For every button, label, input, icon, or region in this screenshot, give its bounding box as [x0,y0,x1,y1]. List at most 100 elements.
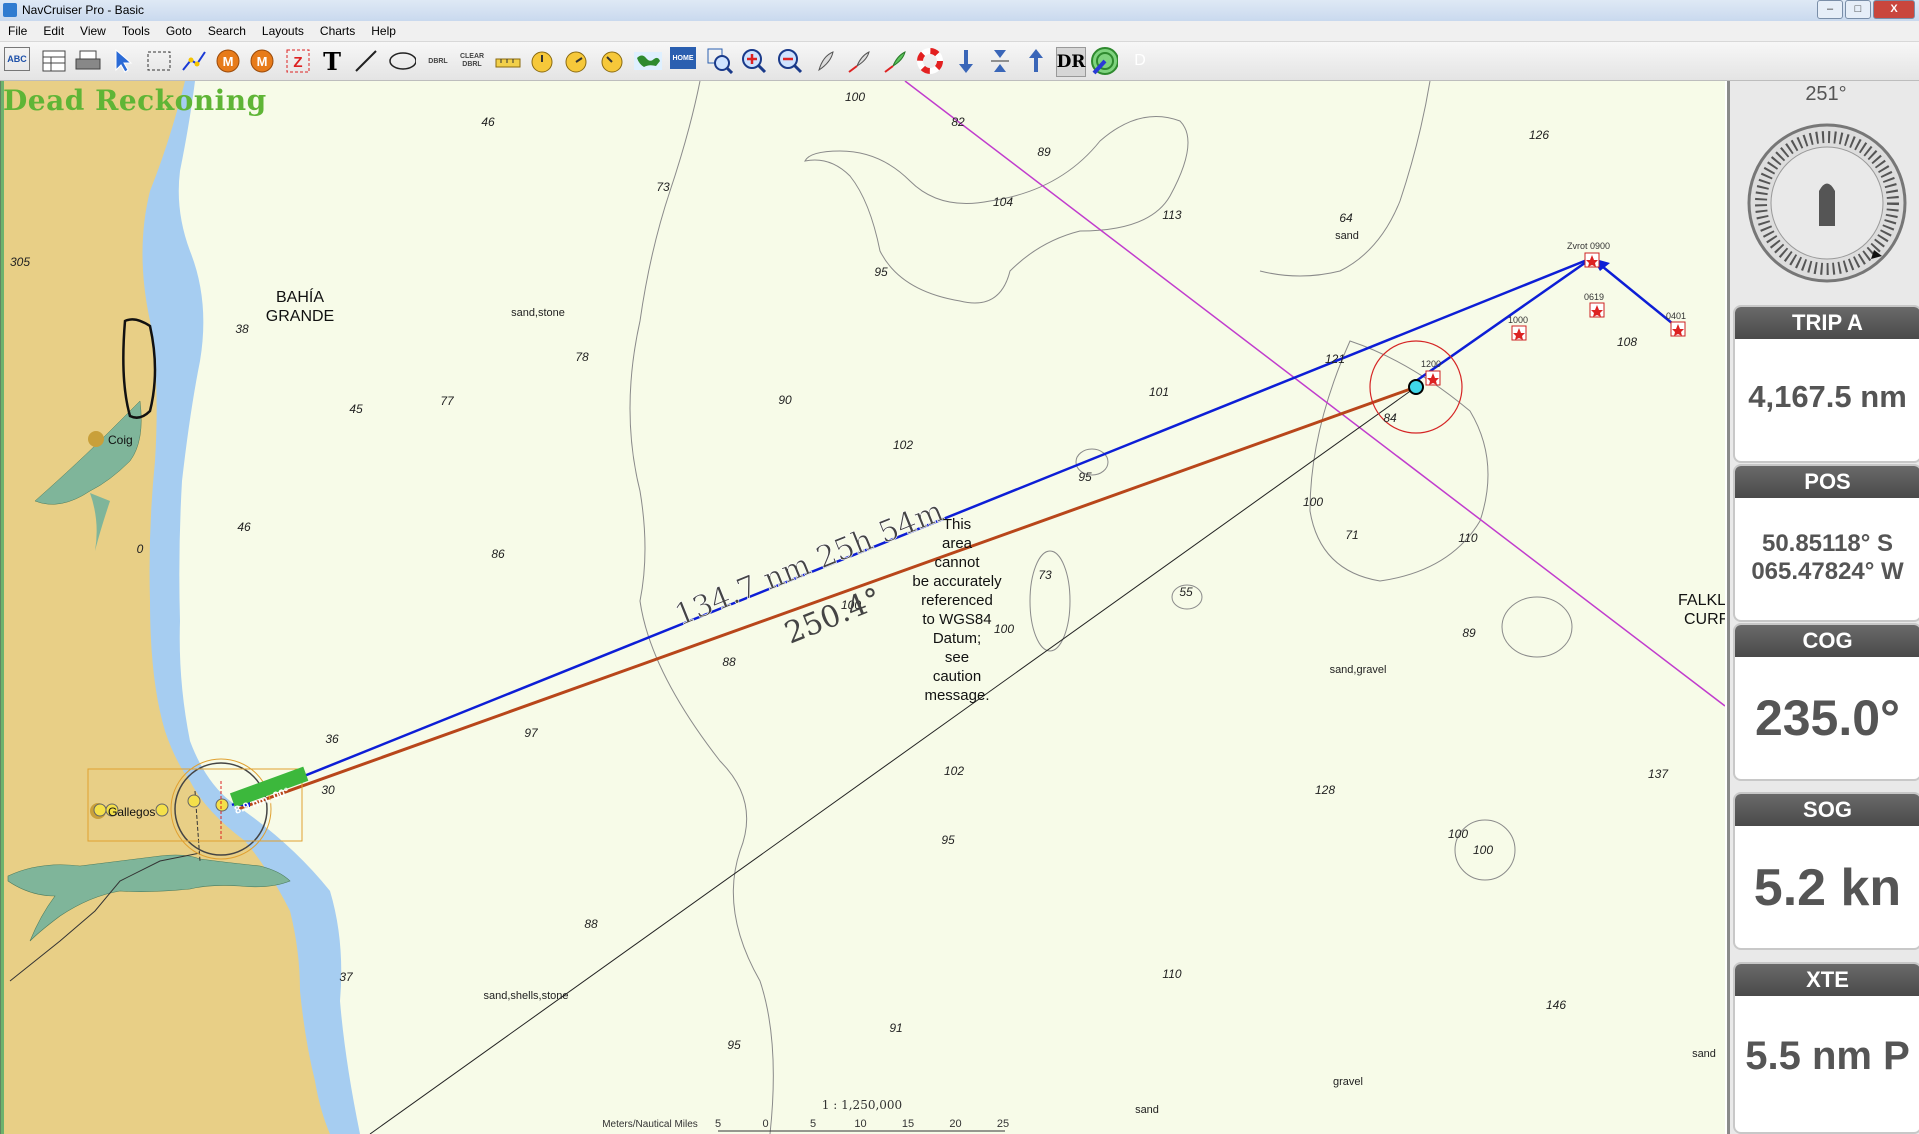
xte-title: XTE [1735,964,1919,996]
depth-sounding: 37 [339,970,354,984]
mark-m2-icon[interactable]: M [248,47,276,75]
timer2-icon[interactable] [562,47,590,75]
datum-warning-line: This [943,516,971,533]
scale-tick-label: 5 [810,1118,816,1130]
depth-sounding: 137 [1648,767,1669,781]
bottom-type-label: sand [1135,1104,1159,1116]
datum-warning-line: Datum; [933,630,981,647]
stopwatch-icon[interactable] [598,47,626,75]
cog-panel[interactable]: COG 235.0° [1733,623,1919,781]
sog-panel[interactable]: SOG 5.2 kn [1733,792,1919,950]
menu-layouts[interactable]: Layouts [254,21,312,41]
center-icon[interactable] [986,47,1014,75]
svg-text:Z: Z [293,54,302,71]
menu-charts[interactable]: Charts [312,21,363,41]
zoom-out-icon[interactable] [776,47,804,75]
sog-value: 5.2 kn [1753,859,1902,917]
depth-sounding: 88 [722,655,736,669]
datum-warning-line: to WGS84 [922,611,991,628]
scale-tick-label: 5 [715,1118,721,1130]
scale-tick-label: 20 [949,1118,961,1130]
sog-title: SOG [1735,794,1919,826]
menu-edit[interactable]: Edit [35,21,72,41]
datum-warning-line: referenced [921,592,993,609]
dr-toggle-button[interactable]: DR [1056,47,1086,77]
place-bahia-1: BAHÍA [276,287,324,306]
radar-icon[interactable] [1090,47,1118,75]
depth-sounding: 102 [944,764,964,778]
depth-sounding: 126 [1529,128,1549,142]
home-icon[interactable]: HOME [670,47,696,69]
close-button[interactable]: X [1873,0,1915,19]
menu-help[interactable]: Help [363,21,404,41]
scale-tick-label: 0 [762,1118,768,1130]
boat-track-icon[interactable] [846,47,874,75]
depth-sounding: 110 [1162,967,1181,981]
depth-sounding: 146 [1546,998,1566,1012]
xte-panel[interactable]: XTE 5.5 nm P [1733,962,1919,1134]
arrow-down-icon[interactable] [952,47,980,75]
cog-value: 235.0° [1754,690,1901,746]
line-tool-icon[interactable] [352,47,380,75]
boat-track-green-icon[interactable] [882,47,910,75]
clear-dbrl-icon[interactable]: CLEAR DBRL [458,47,486,75]
ellipse-tool-icon[interactable] [388,47,416,75]
depth-sounding: 38 [235,322,249,336]
timer-icon[interactable] [528,47,556,75]
depth-sounding: 128 [1315,783,1335,797]
depth-sounding: 77 [440,394,455,408]
datum-warning-line: be accurately [912,573,1002,590]
pos-panel[interactable]: POS 50.85118° S 065.47824° W [1733,464,1919,622]
table-icon[interactable] [40,47,68,75]
waypoint-label-1000: 1000 [1508,315,1528,325]
life-ring-icon[interactable] [916,47,944,75]
datum-warning-line: area [942,535,973,552]
depth-sounding: 30 [321,783,335,797]
place-coig: Coig [108,433,133,447]
trip-panel[interactable]: TRIP A 4,167.5 nm [1733,305,1919,463]
depth-sounding: 46 [237,520,251,534]
depth-sounding: 113 [1162,208,1181,222]
zoom-in-icon[interactable] [740,47,768,75]
title-bar: NavCruiser Pro - Basic – □ X [0,0,1919,22]
compass-icon [1747,123,1907,283]
arrow-up-icon[interactable] [1022,47,1050,75]
menu-file[interactable]: File [0,21,35,41]
abc-icon[interactable]: ABC [4,47,30,71]
place-bahia-2: GRANDE [266,308,334,325]
place-gallegos: Gallegos [108,805,155,819]
route-tool-icon[interactable] [180,47,208,75]
ruler-icon[interactable] [494,47,522,75]
trip-value: 4,167.5 nm [1748,379,1907,414]
depth-sounding: 89 [1462,626,1476,640]
boat-icon[interactable] [812,47,840,75]
menu-view[interactable]: View [72,21,114,41]
menu-goto[interactable]: Goto [158,21,200,41]
toolbar: ABC M M Z T DBRL CLEAR DBRL HOME DR D [0,42,1919,81]
menu-tools[interactable]: Tools [114,21,158,41]
depth-sounding: 97 [524,726,539,740]
text-tool-icon[interactable]: T [318,47,346,76]
world-map-icon[interactable] [634,47,662,75]
zoom-region-icon[interactable] [706,47,734,75]
maximize-button[interactable]: □ [1845,0,1871,19]
depth-sounding: 55 [1179,585,1193,599]
minimize-button[interactable]: – [1817,0,1843,19]
print-icon[interactable] [74,47,102,75]
d-toolbar-label[interactable]: D [1126,47,1154,75]
boat-position-marker [1408,379,1424,395]
depth-sounding: 78 [575,350,589,364]
mark-m-icon[interactable]: M [214,47,242,75]
pointer-icon[interactable] [110,47,138,75]
chart-view[interactable]: 100 82 89 126 46 73 104 113 64 95 305 38 78 90 101 121 8… [0,81,1725,1134]
select-rect-icon[interactable] [145,47,173,75]
menu-search[interactable]: Search [200,21,254,41]
waypoint-label-0401: 0401 [1666,311,1686,321]
waypoint-label-1200: 1200 [1421,359,1441,369]
depth-sounding: 101 [1149,385,1169,399]
depth-sounding: 95 [874,265,888,279]
dbrl-icon[interactable]: DBRL [424,47,452,75]
datum-warning-line: cannot [934,554,980,571]
zone-z-icon[interactable]: Z [284,47,312,75]
depth-sounding: 108 [1617,335,1637,349]
